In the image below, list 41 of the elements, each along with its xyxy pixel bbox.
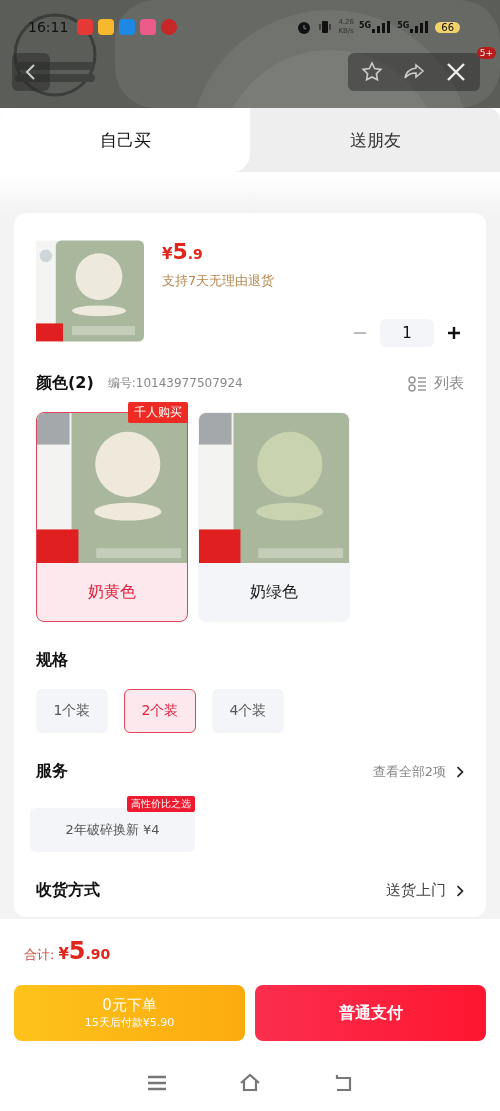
spec-option[interactable]: 1个装 xyxy=(36,689,108,733)
star-icon[interactable] xyxy=(360,60,384,84)
app-icon xyxy=(140,19,157,35)
color-option[interactable]: 奶绿色 xyxy=(198,412,350,622)
popular-tag: 千人购买 xyxy=(128,402,188,423)
section-title: 收货方式 xyxy=(36,880,100,901)
app-icon xyxy=(77,19,94,35)
section-title: 服务 xyxy=(36,761,68,782)
vibrate-icon xyxy=(317,19,334,35)
view-all-link[interactable]: 查看全部2项 xyxy=(372,762,464,781)
total-label: 合计: xyxy=(24,946,55,964)
tab[interactable]: 自己买 xyxy=(0,108,250,172)
app-icon xyxy=(119,19,136,35)
total-price: ¥5.90 xyxy=(58,937,111,965)
list-view-button[interactable]: 列表 xyxy=(408,373,464,394)
chevron-icon xyxy=(456,884,464,897)
minus-icon xyxy=(352,332,368,334)
section-title: 颜色(2) xyxy=(36,373,94,394)
battery-level: 66 xyxy=(435,21,460,33)
spec-option[interactable]: 2个装 xyxy=(124,689,196,733)
quantity-field[interactable]: 1 xyxy=(380,319,434,347)
status-time: 16:11 xyxy=(28,19,69,35)
return-policy: 支持7天无理由退货 xyxy=(162,272,276,290)
chevron-icon xyxy=(456,765,464,778)
list-icon xyxy=(408,373,428,394)
product-code: 编号:10143977507924 xyxy=(107,375,243,392)
plus-icon xyxy=(446,325,462,341)
service-option[interactable]: 2年破碎换新 ¥4 xyxy=(30,808,195,852)
delivery-option[interactable]: 送货上门 xyxy=(386,881,464,900)
signal-icon xyxy=(372,21,393,33)
value-tag: 高性价比之选 xyxy=(127,796,195,812)
network-type: 5G xyxy=(397,21,410,30)
app-icon xyxy=(98,19,115,35)
section-title: 规格 xyxy=(36,650,68,671)
back-button[interactable] xyxy=(12,53,50,91)
product-price: ¥5.9 xyxy=(162,239,204,264)
alarm-icon xyxy=(296,19,313,35)
spec-option[interactable]: 4个装 xyxy=(212,689,284,733)
signal-icon xyxy=(410,21,431,33)
network-type: 5G xyxy=(359,21,372,30)
pay-button[interactable]: 普通支付 xyxy=(255,985,486,1041)
